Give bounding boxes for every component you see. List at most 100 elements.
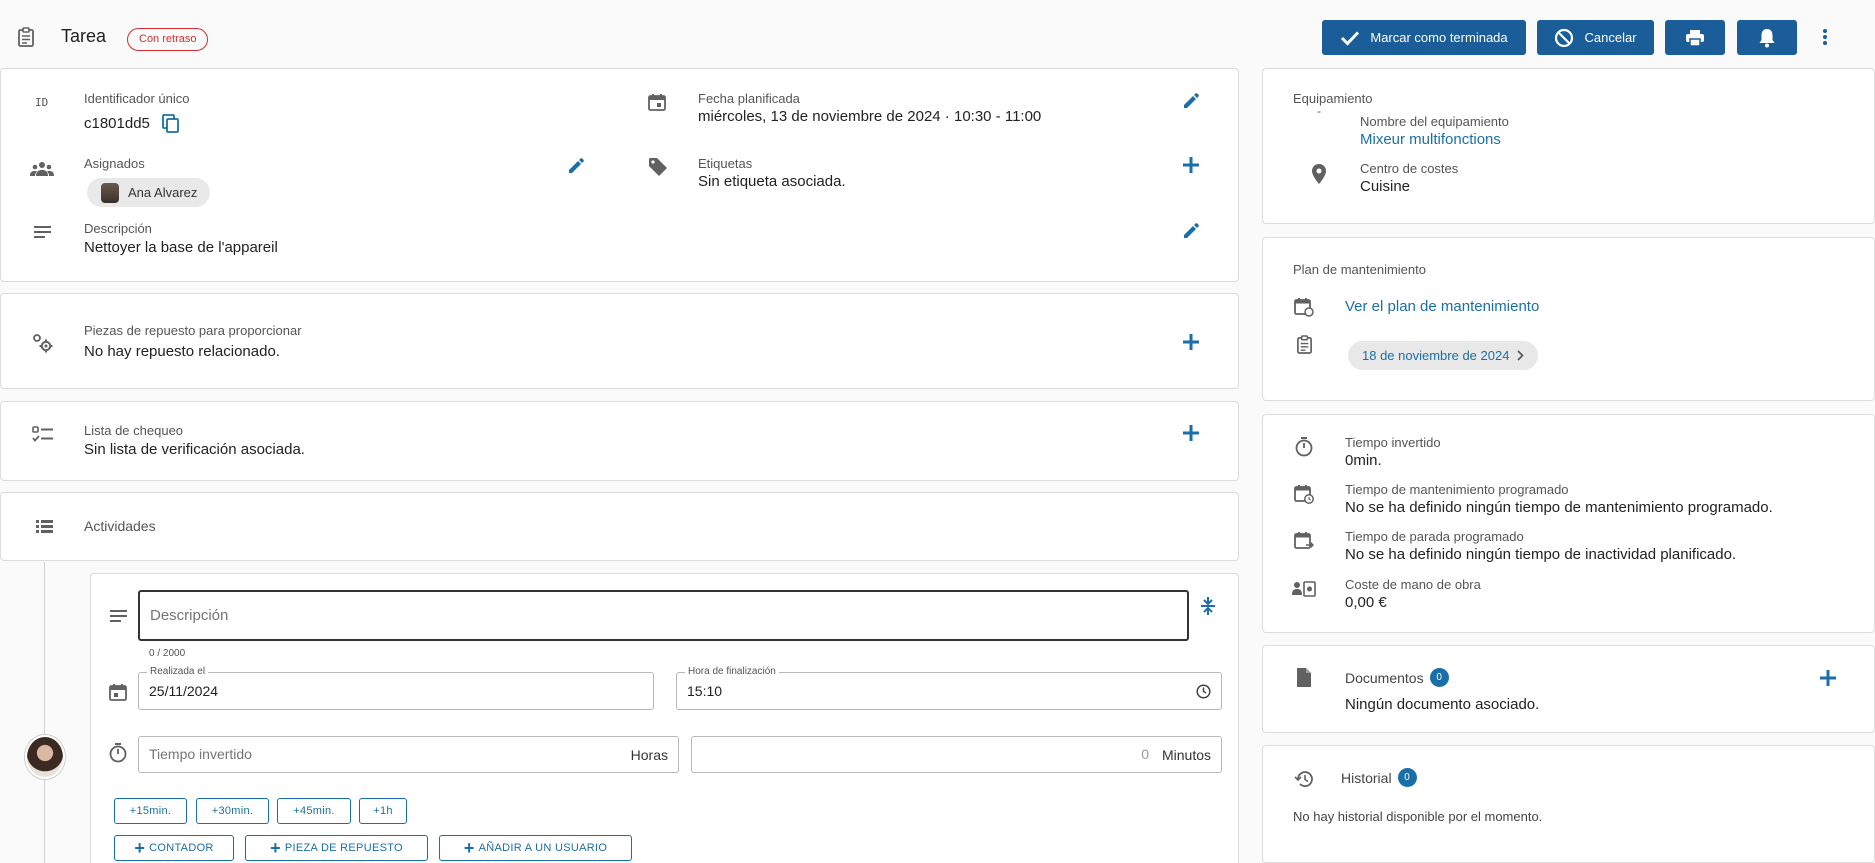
add-checklist-icon[interactable] (1181, 423, 1201, 443)
add-15min-button[interactable]: +15min. (114, 798, 187, 824)
check-icon (1341, 30, 1360, 46)
history-label: Historial (1341, 769, 1392, 786)
chevron-right-icon (1517, 350, 1525, 361)
add-counter-button[interactable]: + CONTADOR (114, 835, 234, 861)
settings-gears-icon (32, 333, 54, 353)
description-value: Nettoyer la base de l'appareil (84, 239, 278, 256)
calendar-icon (108, 682, 128, 702)
documents-value: Ningún documento asociado. (1345, 696, 1540, 713)
assignee-name: Ana Alvarez (128, 185, 198, 200)
assigned-label: Asignados (84, 156, 145, 171)
equipment-name-label: Nombre del equipamiento (1360, 114, 1509, 129)
spare-parts-card (0, 293, 1239, 389)
labor-cost-value: 0,00 € (1345, 594, 1387, 611)
location-pin-icon (1310, 163, 1328, 185)
calendar-clock-icon (1293, 483, 1315, 505)
time-spent-placeholder: Tiempo invertido (149, 746, 252, 762)
collapse-icon[interactable] (1198, 595, 1218, 617)
notes-icon (109, 609, 127, 623)
documents-header: Documentos 0 (1345, 668, 1449, 687)
checklist-value: Sin lista de verificación asociada. (84, 441, 305, 458)
assignee-avatar (101, 182, 119, 203)
copy-icon[interactable] (161, 113, 181, 135)
edit-planned-date-icon[interactable] (1181, 91, 1201, 111)
calendar-repeat-icon (1293, 297, 1315, 317)
edit-description-icon[interactable] (1181, 221, 1201, 241)
history-icon (1293, 768, 1315, 790)
equipment-name-link[interactable]: Mixeur multifonctions (1360, 131, 1501, 148)
history-header: Historial 0 (1341, 768, 1417, 787)
add-part-icon[interactable] (1181, 332, 1201, 352)
view-maintenance-plan-link[interactable]: Ver el plan de mantenimiento (1345, 298, 1539, 315)
planned-date-label: Fecha planificada (698, 91, 800, 106)
downtime-value: No se ha definido ningún tiempo de inact… (1345, 546, 1737, 563)
add-user-button[interactable]: + AÑADIR A UN USUARIO (439, 835, 632, 861)
parts-value: No hay repuesto relacionado. (84, 343, 280, 360)
add-document-icon[interactable] (1818, 668, 1838, 688)
cost-center-value: Cuisine (1360, 178, 1411, 195)
add-tag-icon[interactable] (1181, 155, 1201, 175)
char-counter: 0 / 2000 (149, 648, 186, 659)
plus-icon: + (134, 838, 146, 858)
tags-value: Sin etiqueta asociada. (698, 173, 846, 190)
parts-label: Piezas de repuesto para proporcionar (84, 323, 302, 338)
activity-description-placeholder: Descripción (150, 607, 229, 624)
time-spent-label: Tiempo invertido (1345, 435, 1441, 450)
calendar-icon (647, 92, 667, 112)
labor-cost-label: Coste de mano de obra (1345, 577, 1481, 592)
late-status-badge: Con retraso (127, 28, 209, 51)
cost-center-label: Centro de costes (1360, 161, 1459, 176)
checklist-icon (32, 426, 54, 444)
id-label: Identificador único (84, 91, 190, 106)
plus-icon: + (463, 838, 475, 858)
timeline-line (44, 562, 45, 863)
time-spent-minutes-input[interactable]: 0 Minutos (691, 736, 1222, 773)
planned-date-value: miércoles, 13 de noviembre de 2024 · 10:… (698, 108, 1042, 125)
history-value: No hay historial disponible por el momen… (1293, 809, 1543, 824)
documents-label: Documentos (1345, 669, 1424, 686)
notes-icon (34, 225, 52, 239)
done-on-date-field[interactable]: Realizada el 25/11/2024 (138, 666, 654, 710)
plus-icon: + (270, 838, 281, 858)
task-clipboard-icon (16, 26, 36, 48)
hours-unit: Horas (630, 747, 668, 763)
activities-card (0, 492, 1239, 561)
end-time-field[interactable]: Hora de finalización 15:10 (676, 666, 1222, 710)
id-icon: ID (35, 96, 49, 109)
list-icon (35, 519, 53, 533)
add-45min-button[interactable]: +45min. (277, 798, 351, 824)
time-spent-hours-input[interactable]: Tiempo invertido Horas (138, 736, 679, 773)
next-date-chip[interactable]: 18 de noviembre de 2024 (1348, 341, 1539, 370)
group-icon (30, 160, 54, 178)
equipment-dash: - (1317, 104, 1321, 118)
add-spare-part-button[interactable]: + PIEZA DE REPUESTO (245, 835, 428, 861)
print-button[interactable] (1665, 20, 1725, 55)
minutes-value: 0 (1141, 746, 1149, 762)
add-30min-button[interactable]: +30min. (196, 798, 269, 824)
cancel-label: Cancelar (1584, 30, 1637, 45)
assignee-chip[interactable]: Ana Alvarez (87, 178, 211, 207)
mark-done-button[interactable]: Marcar como terminada (1322, 20, 1526, 55)
downtime-label: Tiempo de parada programado (1345, 529, 1524, 544)
history-count-badge: 0 (1397, 768, 1417, 787)
clock-icon[interactable] (1196, 684, 1211, 699)
equipment-title: Equipamiento (1293, 91, 1373, 106)
activity-description-input[interactable]: Descripción (138, 590, 1189, 641)
scheduled-time-label: Tiempo de mantenimiento programado (1345, 482, 1569, 497)
add-1h-button[interactable]: +1h (359, 798, 407, 824)
bell-icon (1759, 28, 1775, 47)
edit-assignees-icon[interactable] (566, 156, 586, 176)
notifications-button[interactable] (1737, 20, 1797, 55)
checklist-label: Lista de chequeo (84, 423, 184, 438)
next-date-label: 18 de noviembre de 2024 (1362, 348, 1510, 363)
labor-cost-icon (1292, 580, 1316, 598)
page-title: Tarea (61, 26, 107, 46)
timer-icon (108, 742, 128, 764)
calendar-arrow-icon (1293, 530, 1315, 552)
activities-title: Actividades (84, 518, 156, 534)
id-value: c1801dd5 (84, 115, 150, 132)
document-icon (1294, 666, 1312, 688)
more-options-icon[interactable] (1818, 26, 1832, 48)
add-part-label: PIEZA DE REPUESTO (284, 842, 403, 854)
cancel-button[interactable]: Cancelar (1537, 20, 1654, 55)
